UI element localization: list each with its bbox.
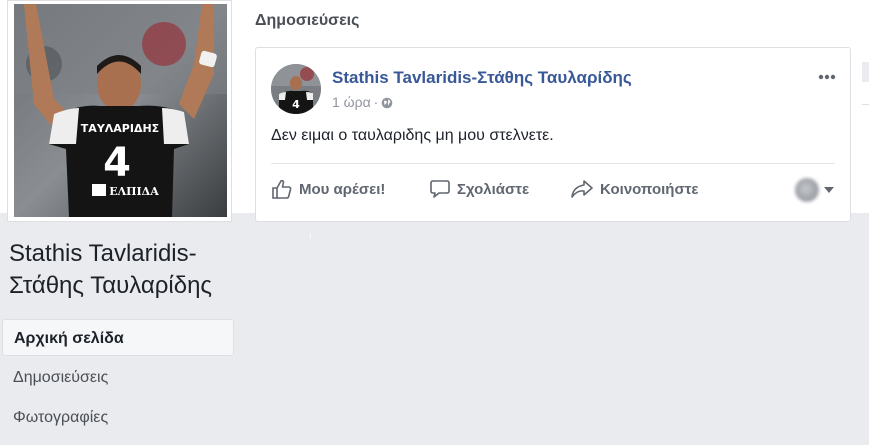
- globe-icon[interactable]: [381, 96, 393, 112]
- jersey-number: 4: [103, 140, 131, 186]
- page-name: Stathis Tavlaridis-Στάθης Ταυλαρίδης: [9, 240, 212, 299]
- comment-label: Σχολιάστε: [457, 180, 530, 198]
- posts-section-title: Δημοσιεύσεις: [255, 12, 360, 29]
- post-divider: [271, 163, 835, 164]
- jersey-name: ΤΑΥΛΑΡΙΔΗΣ: [81, 122, 159, 135]
- user-avatar: [795, 178, 819, 202]
- avatar-jersey-number: 4: [292, 98, 300, 111]
- share-label: Κοινοποιήστε: [600, 180, 699, 198]
- nav-item-photos[interactable]: Φωτογραφίες: [2, 399, 234, 436]
- decorative-mark: ı: [309, 231, 312, 241]
- ellipsis-icon[interactable]: [818, 67, 836, 85]
- post-author-name[interactable]: Stathis Tavlaridis-Στάθης Ταυλαρίδης: [332, 68, 632, 88]
- post-as-selector[interactable]: [795, 178, 835, 202]
- thumbs-up-icon: [272, 179, 292, 199]
- chevron-down-icon: [824, 187, 834, 193]
- right-edge-divider: [862, 104, 869, 105]
- share-icon: [571, 180, 593, 198]
- avatar-photo: 4: [271, 64, 321, 114]
- profile-picture[interactable]: ΤΑΥΛΑΡΙΔΗΣ 4 ΕΛΠΙΔΑ: [7, 0, 232, 222]
- comment-button[interactable]: Σχολιάστε: [429, 175, 529, 203]
- comment-icon: [430, 180, 450, 198]
- post-card: 4 Stathis Tavlaridis-Στάθης Ταυλαρίδης 1…: [255, 47, 851, 222]
- post-author-avatar[interactable]: 4: [271, 64, 321, 114]
- right-edge-panel: [862, 62, 869, 82]
- like-button[interactable]: Μου αρέσει!: [271, 175, 385, 203]
- post-timestamp[interactable]: 1 ώρα: [332, 94, 371, 110]
- post-text: Δεν ειμαι ο ταυλαριδης μη μου στελνετε.: [271, 127, 554, 144]
- share-button[interactable]: Κοινοποιήστε: [570, 175, 699, 203]
- post-meta: 1 ώρα ·: [332, 94, 393, 112]
- profile-photo: ΤΑΥΛΑΡΙΔΗΣ 4 ΕΛΠΙΔΑ: [14, 4, 227, 217]
- meta-separator: ·: [373, 94, 379, 110]
- page-nav: Αρχική σελίδα Δημοσιεύσεις Φωτογραφίες: [2, 319, 234, 439]
- nav-item-posts[interactable]: Δημοσιεύσεις: [2, 359, 234, 396]
- post-actions: Μου αρέσει! Σχολιάστε Κοινοποιήστε: [271, 166, 835, 212]
- jersey-sponsor: ΕΛΠΙΔΑ: [109, 185, 159, 198]
- like-label: Μου αρέσει!: [299, 180, 386, 198]
- nav-item-home[interactable]: Αρχική σελίδα: [2, 319, 234, 356]
